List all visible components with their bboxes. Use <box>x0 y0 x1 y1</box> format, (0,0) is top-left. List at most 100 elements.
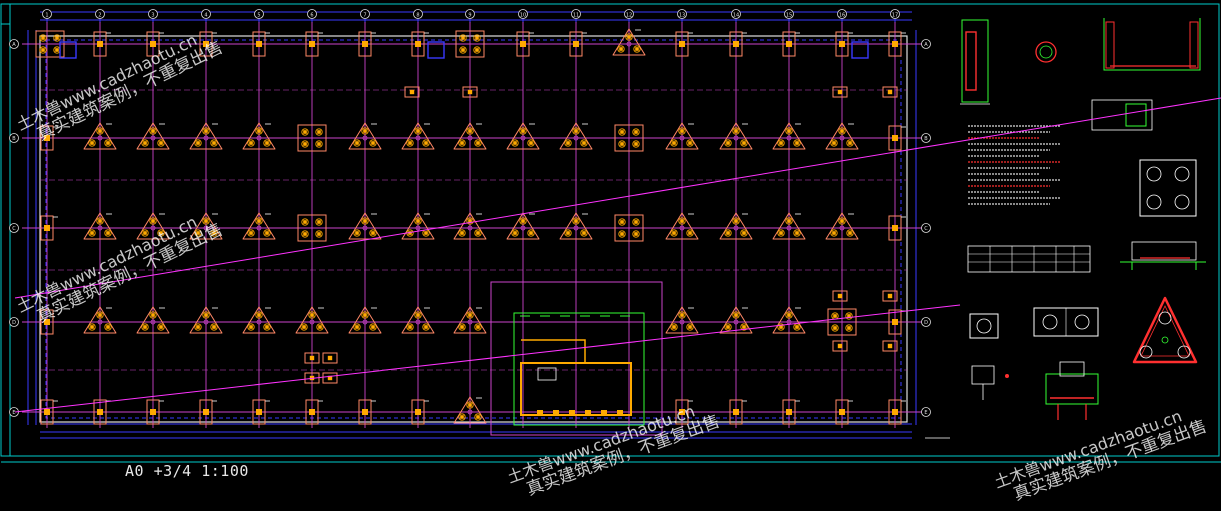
pile-core <box>44 409 50 415</box>
cap-plan-4pile <box>1139 159 1197 217</box>
axis-bubble-label: 11 <box>573 13 579 19</box>
single-pile-cap-icon <box>832 290 848 302</box>
cap-plan-pile <box>1174 194 1190 210</box>
pile-core <box>355 141 359 145</box>
pile-core <box>44 135 50 141</box>
pile-core <box>832 231 836 235</box>
pile-core <box>106 231 110 235</box>
pile-core <box>151 129 155 133</box>
pile-core <box>582 231 586 235</box>
pile-core <box>475 36 479 40</box>
pile-core <box>143 325 147 329</box>
pile-core <box>513 231 517 235</box>
pile-core <box>848 141 852 145</box>
pile-core <box>468 313 472 317</box>
pile-core <box>362 409 368 415</box>
triangle-cap-pile <box>1158 311 1172 325</box>
pile-core <box>408 325 412 329</box>
pile-core <box>143 141 147 145</box>
pile-core <box>204 129 208 133</box>
pit-pile <box>601 410 607 416</box>
pile-core <box>786 41 792 47</box>
pile-core <box>41 48 45 52</box>
pile-core <box>672 231 676 235</box>
pile-foundation-plan: 1 2 3 4 5 6 7 8 9 10 11 12 13 14 15 16 17A AB BC CD DE E <box>0 3 1221 463</box>
pile-core <box>460 415 464 419</box>
pile-core <box>327 355 333 361</box>
pile-core <box>634 232 638 236</box>
pile-core <box>460 231 464 235</box>
pile-core <box>837 89 843 95</box>
title-tab <box>0 3 11 25</box>
pile-core <box>840 219 844 223</box>
pile-core <box>408 141 412 145</box>
pile-core <box>371 231 375 235</box>
pile-core <box>620 142 624 146</box>
pile-core <box>196 231 200 235</box>
pile-core <box>355 231 359 235</box>
pile-core <box>265 141 269 145</box>
pile-core <box>265 231 269 235</box>
pile-core <box>371 141 375 145</box>
pile-core <box>196 141 200 145</box>
pile-core <box>363 313 367 317</box>
axis-bubble-label: 16 <box>839 13 845 19</box>
axis-bubble-label: 12 <box>626 13 632 19</box>
detail-sheets <box>925 18 1206 439</box>
pile-core <box>310 313 314 317</box>
single-pile-cap-icon <box>832 86 848 98</box>
pile-core <box>476 325 480 329</box>
pile-core <box>467 89 473 95</box>
axis-bubble-label: A <box>12 42 16 48</box>
axis-bubble-label: 6 <box>310 13 313 19</box>
pile-core <box>90 231 94 235</box>
pile-core <box>892 319 898 325</box>
pile-core <box>887 343 893 349</box>
pile-core <box>832 141 836 145</box>
axis-bubble-label: 17 <box>892 13 898 19</box>
pile-core <box>303 142 307 146</box>
cap-plan-1pile <box>969 313 999 339</box>
pile-core <box>44 225 50 231</box>
pile-core <box>55 48 59 52</box>
pile-core <box>143 231 147 235</box>
pile-core <box>212 231 216 235</box>
pile-core <box>106 325 110 329</box>
pile-core <box>892 409 898 415</box>
axis-bubble-label: 1 <box>45 13 48 19</box>
pile-core <box>461 48 465 52</box>
pile-core <box>627 35 631 39</box>
axis-bubble-label: 4 <box>204 13 207 19</box>
pile-core <box>97 41 103 47</box>
pile-core <box>249 231 253 235</box>
pile-core <box>679 409 685 415</box>
pile-core <box>415 409 421 415</box>
pile-core <box>212 325 216 329</box>
pile-core <box>468 129 472 133</box>
pile-core <box>159 325 163 329</box>
pile-core <box>742 231 746 235</box>
axis-bubble-label: B <box>12 136 16 142</box>
pile-core <box>726 141 730 145</box>
pile-core <box>409 89 415 95</box>
pile-core <box>529 231 533 235</box>
axis-bubble-label: B <box>924 136 928 142</box>
pile-core <box>733 409 739 415</box>
pile-section-circle <box>1035 41 1057 63</box>
pile-core <box>424 325 428 329</box>
pile-cap-piles <box>1057 404 1087 420</box>
pile-cap-section <box>1045 373 1099 405</box>
pile-core <box>150 409 156 415</box>
pit-section-wall <box>1105 21 1115 69</box>
cap-section <box>1131 241 1197 261</box>
pile-core <box>98 129 102 133</box>
pile-core <box>317 232 321 236</box>
pit-pile <box>537 410 543 416</box>
pile-core <box>196 325 200 329</box>
pile-core <box>634 220 638 224</box>
pile-core <box>634 130 638 134</box>
pile-core <box>212 141 216 145</box>
pile-core <box>203 41 209 47</box>
pile-core <box>97 409 103 415</box>
pile-core <box>159 231 163 235</box>
